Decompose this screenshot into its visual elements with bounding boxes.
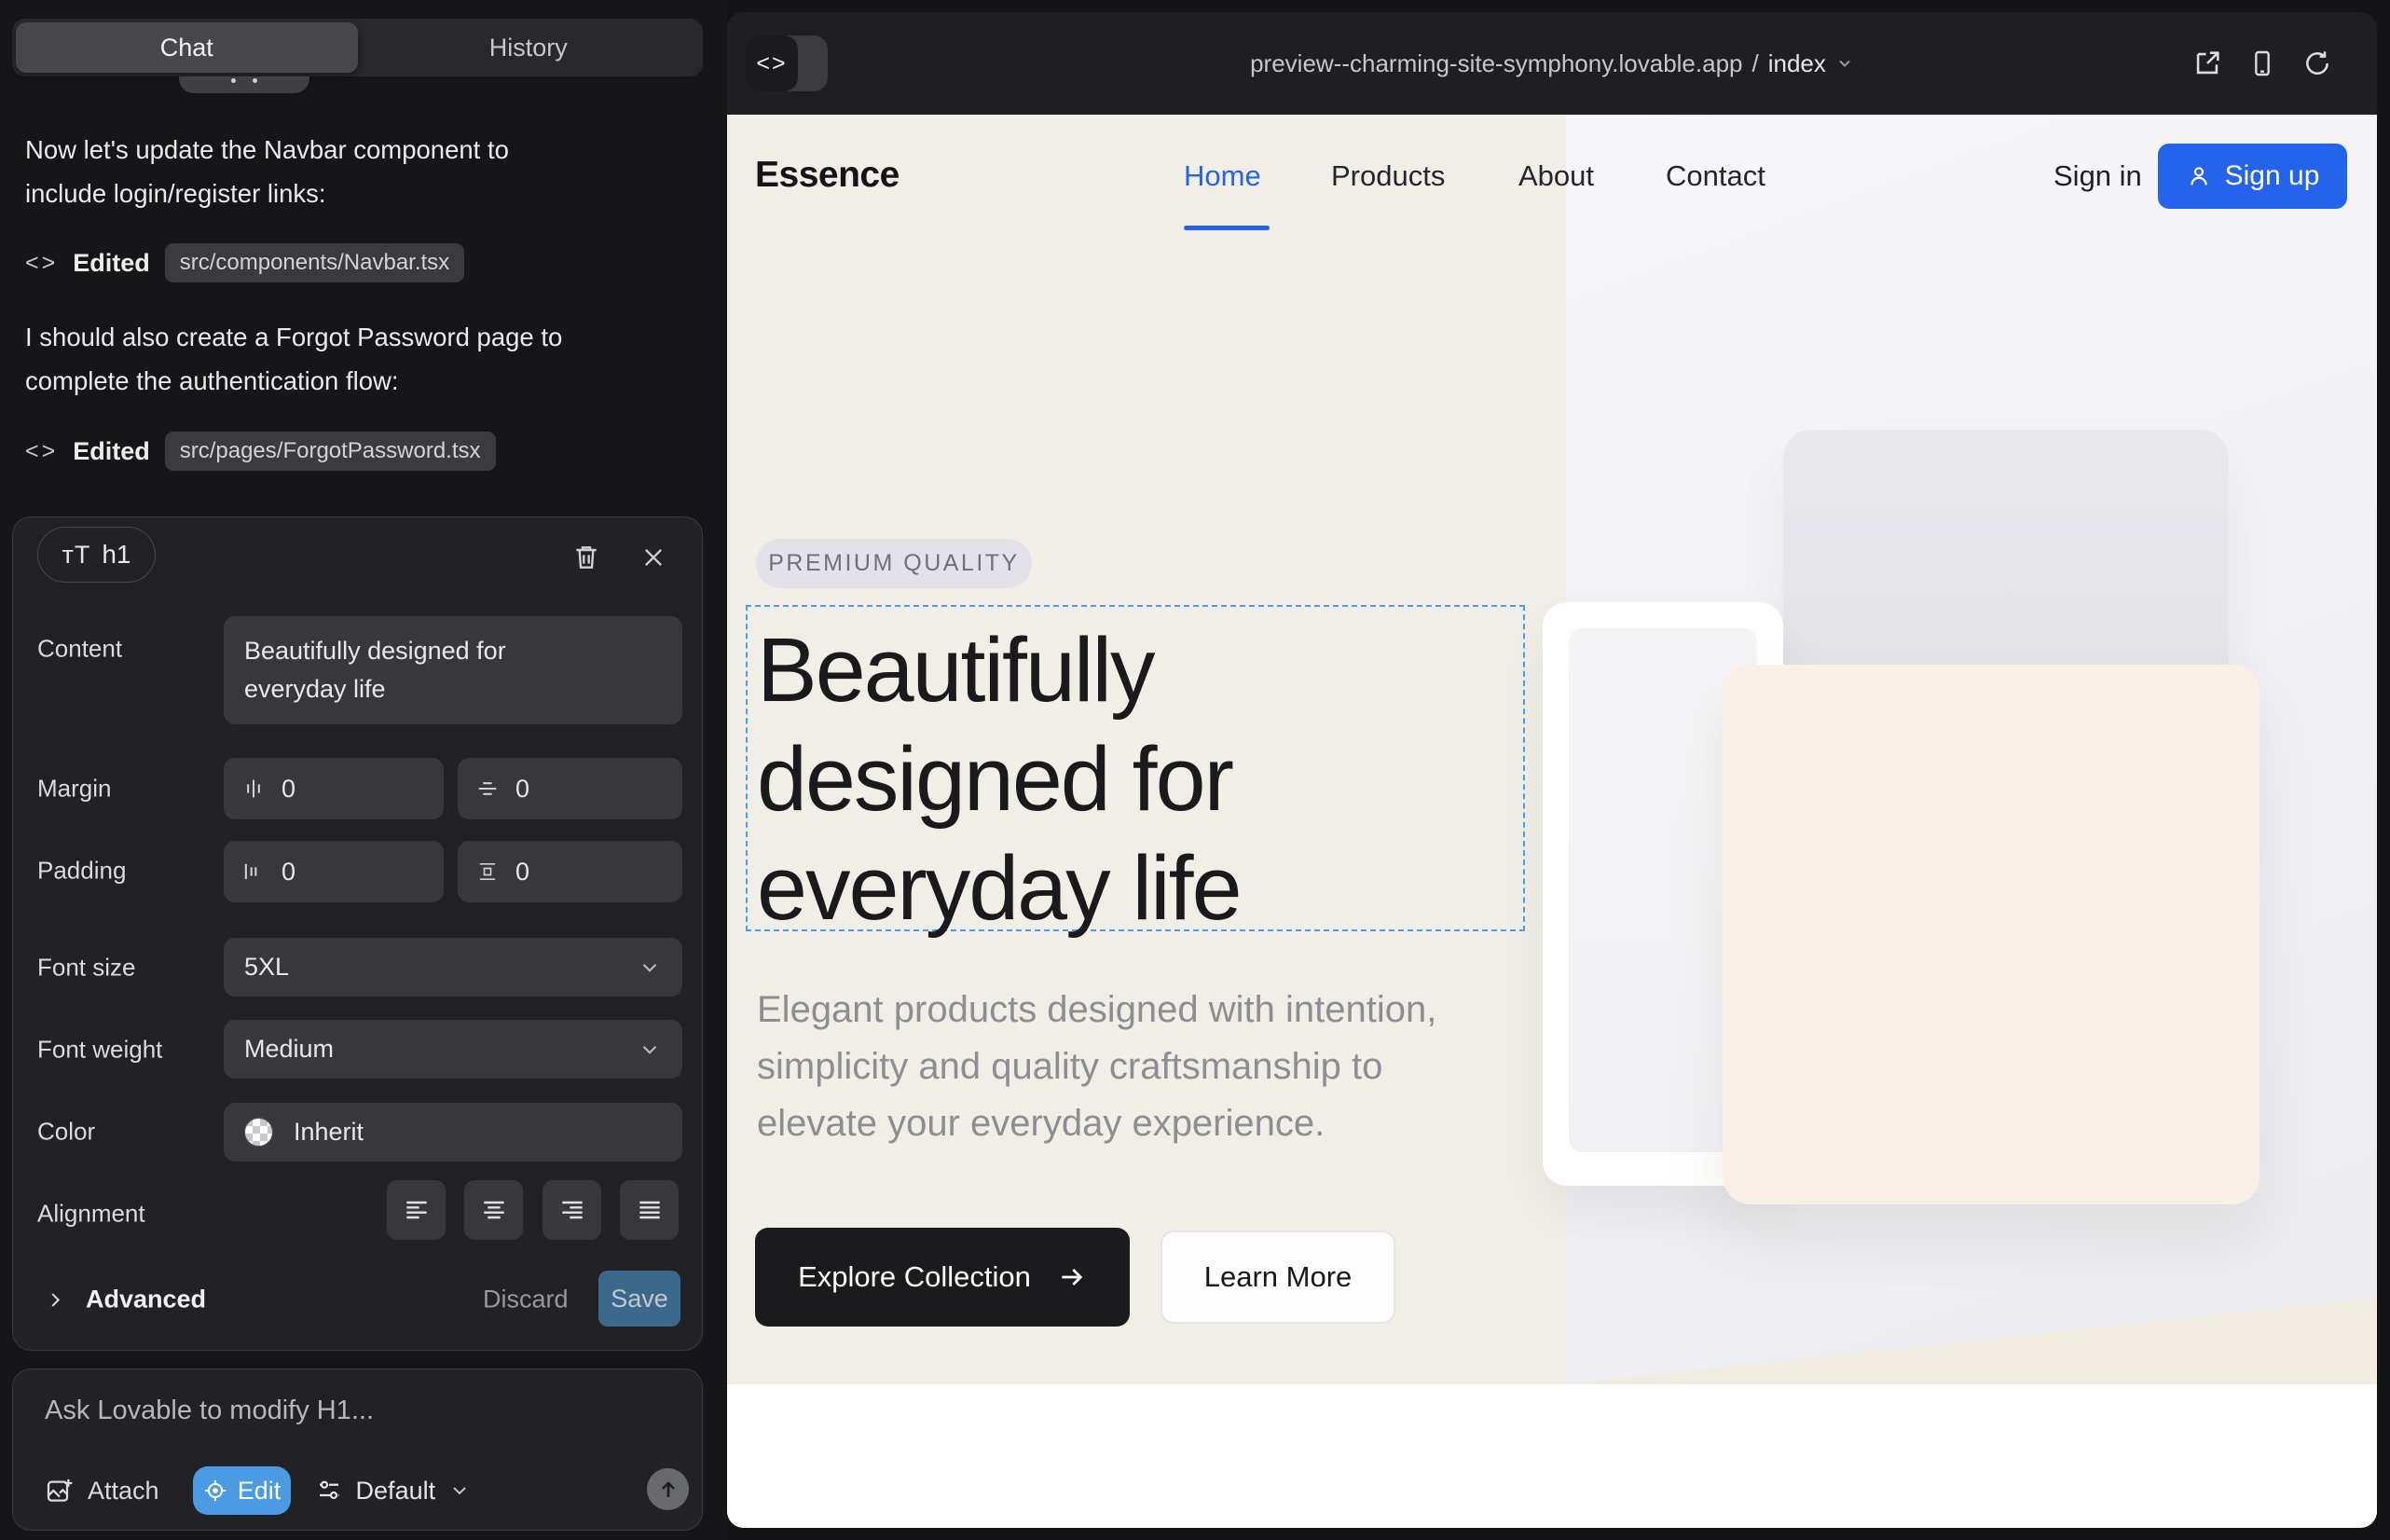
chevron-down-icon <box>638 1038 662 1062</box>
browser-chrome: <> preview--charming-site-symphony.lovab… <box>727 12 2377 115</box>
edited-file-row[interactable]: <> Edited src/pages/ForgotPassword.tsx <box>25 431 496 472</box>
attach-button[interactable]: Attach <box>45 1476 159 1506</box>
decor-cream-card <box>1723 665 2260 1204</box>
edit-mode-button[interactable]: Edit <box>193 1466 291 1515</box>
url-separator: / <box>1752 49 1759 78</box>
url-domain: preview--charming-site-symphony.lovable.… <box>1250 49 1742 78</box>
open-in-new-tab-button[interactable] <box>2190 47 2224 81</box>
align-left-button[interactable] <box>387 1180 446 1240</box>
model-default-select[interactable]: Default <box>315 1477 472 1506</box>
learn-more-button[interactable]: Learn More <box>1161 1231 1395 1324</box>
sliders-icon <box>315 1477 343 1505</box>
nav-link-home[interactable]: Home <box>1184 159 1261 193</box>
nav-link-contact[interactable]: Contact <box>1666 159 1765 193</box>
font-weight-select[interactable]: Medium <box>224 1020 682 1079</box>
close-icon <box>640 544 666 571</box>
padding-y-input[interactable]: 0 <box>458 841 682 902</box>
target-icon <box>202 1478 228 1504</box>
edited-label: Edited <box>73 249 150 278</box>
content-textarea[interactable]: Beautifully designed for everyday life <box>224 616 682 724</box>
nav-link-about[interactable]: About <box>1518 159 1594 193</box>
font-weight-label: Font weight <box>37 1036 162 1065</box>
nav-link-products[interactable]: Products <box>1331 159 1445 193</box>
user-icon <box>2186 163 2212 189</box>
refresh-button[interactable] <box>2300 47 2334 81</box>
lovable-sidebar: Chat History Now let's update the Navbar… <box>0 0 727 1540</box>
alignment-label: Alignment <box>37 1200 145 1229</box>
sign-up-button[interactable]: Sign up <box>2158 144 2347 209</box>
advanced-toggle[interactable]: Advanced <box>45 1286 206 1314</box>
margin-x-input[interactable]: 0 <box>224 758 444 819</box>
align-center-button[interactable] <box>464 1180 523 1240</box>
align-right-button[interactable] <box>543 1180 601 1240</box>
next-section-background <box>727 1384 2377 1528</box>
scrolled-message-peek <box>179 76 309 93</box>
close-editor-button[interactable] <box>630 534 677 581</box>
prompt-composer: Attach Edit Default <box>12 1368 703 1531</box>
active-nav-underline <box>1184 226 1270 230</box>
chevron-down-icon <box>1835 54 1854 73</box>
font-size-select[interactable]: 5XL <box>224 938 682 997</box>
content-label: Content <box>37 635 122 664</box>
padding-label: Padding <box>37 857 126 886</box>
url-bar[interactable]: preview--charming-site-symphony.lovable.… <box>727 12 2377 115</box>
sign-in-link[interactable]: Sign in <box>2053 159 2142 193</box>
selected-element-tag: ᴛT h1 <box>37 527 156 583</box>
align-right-icon <box>557 1195 587 1225</box>
type-icon: ᴛT <box>62 541 90 570</box>
color-swatch <box>244 1118 273 1147</box>
delete-element-button[interactable] <box>563 534 610 581</box>
chat-history-tabbar: Chat History <box>12 19 703 76</box>
file-chip[interactable]: src/components/Navbar.tsx <box>165 243 464 282</box>
align-left-icon <box>402 1195 432 1225</box>
save-button[interactable]: Save <box>598 1271 680 1327</box>
element-editor-panel: ᴛT h1 Content Beautifully designed for e… <box>12 516 703 1351</box>
attach-image-icon <box>45 1476 75 1506</box>
color-label: Color <box>37 1118 95 1147</box>
font-size-label: Font size <box>37 954 136 983</box>
chat-message: Now let's update the Navbar component to… <box>25 128 696 215</box>
refresh-icon <box>2302 48 2332 78</box>
align-justify-icon <box>635 1195 665 1225</box>
mobile-phone-icon <box>2247 48 2277 78</box>
explore-collection-button[interactable]: Explore Collection <box>755 1228 1130 1327</box>
discard-button[interactable]: Discard <box>483 1286 569 1314</box>
align-center-icon <box>479 1195 509 1225</box>
hero-heading[interactable]: Beautifully designed for everyday life <box>757 615 1241 942</box>
padding-x-input[interactable]: 0 <box>224 841 444 902</box>
prompt-input[interactable] <box>45 1396 660 1426</box>
site-navbar: Essence Home Products About Contact Sign… <box>727 115 2377 238</box>
mobile-view-button[interactable] <box>2245 47 2279 81</box>
site-logo[interactable]: Essence <box>755 155 900 196</box>
margin-label: Margin <box>37 775 111 804</box>
site-viewport: Essence Home Products About Contact Sign… <box>727 115 2377 1528</box>
chat-message: I should also create a Forgot Password p… <box>25 315 696 403</box>
tab-chat[interactable]: Chat <box>16 22 358 73</box>
chevron-right-icon <box>45 1289 65 1310</box>
code-icon: <> <box>25 438 58 465</box>
trash-icon <box>571 543 601 572</box>
external-link-icon <box>2191 48 2223 79</box>
color-select[interactable]: Inherit <box>224 1103 682 1162</box>
hero-description: Elegant products designed with intention… <box>757 982 1436 1152</box>
url-page: index <box>1768 49 1826 78</box>
margin-vertical-icon <box>474 776 501 802</box>
edited-file-row[interactable]: <> Edited src/components/Navbar.tsx <box>25 242 464 283</box>
code-icon: <> <box>25 250 58 277</box>
arrow-up-icon <box>657 1478 680 1501</box>
margin-y-input[interactable]: 0 <box>458 758 682 819</box>
arrow-right-icon <box>1057 1262 1087 1292</box>
preview-browser-window: <> preview--charming-site-symphony.lovab… <box>727 12 2377 1528</box>
premium-quality-badge: PREMIUM QUALITY <box>756 539 1032 588</box>
file-chip[interactable]: src/pages/ForgotPassword.tsx <box>165 432 496 471</box>
chevron-down-icon <box>638 956 662 980</box>
padding-vertical-icon <box>474 859 501 885</box>
tab-history[interactable]: History <box>358 22 700 73</box>
edited-label: Edited <box>73 437 150 466</box>
align-justify-button[interactable] <box>620 1180 679 1240</box>
send-button[interactable] <box>647 1468 689 1510</box>
margin-horizontal-icon <box>240 776 267 802</box>
padding-horizontal-icon <box>240 859 267 885</box>
chevron-down-icon <box>448 1479 471 1502</box>
